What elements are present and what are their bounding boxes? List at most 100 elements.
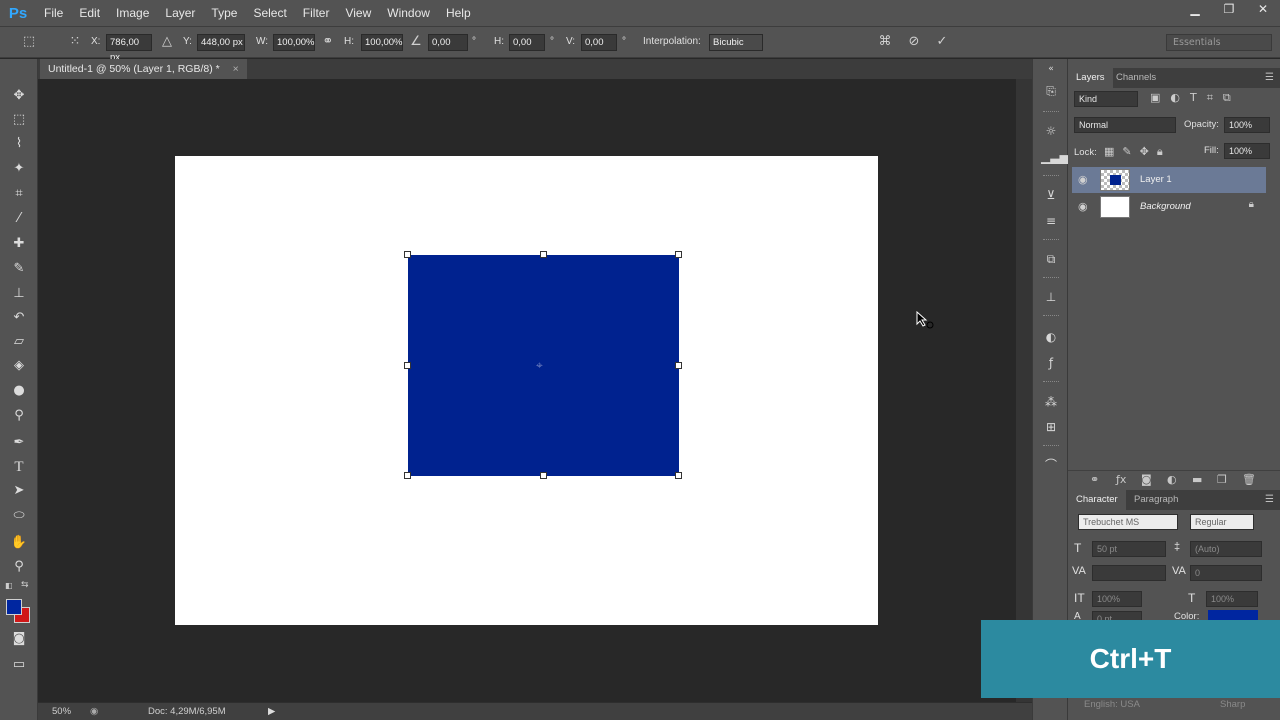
menu-file[interactable]: File	[36, 0, 71, 26]
dock-grip[interactable]	[1043, 239, 1059, 241]
commit-transform-icon[interactable]: ✓	[933, 33, 951, 51]
layer-row-background[interactable]: ◉ Background 🔒︎	[1072, 194, 1266, 220]
character-panel-menu-icon[interactable]: ☰	[1265, 494, 1274, 505]
adjustments-panel-icon[interactable]: ☼	[1041, 121, 1061, 141]
y-position-field[interactable]: 448,00 px	[197, 34, 245, 51]
document-canvas[interactable]: ⌖	[175, 156, 878, 625]
history-panel-icon[interactable]: ⎘	[1041, 81, 1061, 101]
new-group-icon[interactable]: ▬	[1192, 473, 1202, 486]
vskew-field[interactable]: 0,00	[581, 34, 617, 51]
blur-tool-icon[interactable]: ●	[8, 380, 30, 402]
delta-icon[interactable]: △	[158, 33, 176, 51]
layer-filter-icons[interactable]: ▣◐T⌗⧉	[1150, 91, 1241, 105]
zoom-level[interactable]: 50%	[52, 703, 71, 720]
language-select[interactable]: English: USA	[1084, 699, 1140, 710]
layer-filter-kind-select[interactable]: Kind	[1074, 91, 1138, 107]
type-tool-icon[interactable]: T	[8, 456, 30, 478]
histogram-panel-icon[interactable]: ▁▃▅	[1041, 147, 1069, 167]
brush-panel-icon[interactable]: ≡	[1041, 211, 1061, 231]
transform-handle-bottom[interactable]	[540, 472, 547, 479]
default-colors-icon[interactable]: ◧	[5, 581, 13, 590]
document-tab-close-icon[interactable]: ×	[233, 63, 239, 75]
dock-grip[interactable]	[1043, 381, 1059, 383]
transform-handle-top[interactable]	[540, 251, 547, 258]
vertical-scale-field[interactable]: 100%	[1092, 591, 1142, 607]
visibility-eye-icon[interactable]: ◉	[1078, 173, 1088, 186]
crop-tool-icon[interactable]: ⌗	[8, 183, 30, 205]
quick-mask-icon[interactable]: ◙	[8, 628, 30, 650]
lasso-tool-icon[interactable]: ⌇	[8, 133, 30, 155]
warp-mode-icon[interactable]: ⌘	[876, 33, 894, 51]
swap-colors-icon[interactable]: ⇆	[21, 580, 29, 590]
brush-presets-panel-icon[interactable]: ⊻	[1041, 185, 1061, 205]
canvas-area[interactable]: ⌖	[38, 79, 1016, 702]
transform-handle-top-left[interactable]	[404, 251, 411, 258]
transform-handle-bottom-right[interactable]	[675, 472, 682, 479]
zoom-tool-icon[interactable]: ⚲	[8, 556, 30, 578]
tool-presets-panel-icon[interactable]: ⊥	[1041, 287, 1061, 307]
menu-select[interactable]: Select	[245, 0, 294, 26]
ellipse-tool-icon[interactable]: ⬭	[8, 505, 30, 527]
link-layers-icon[interactable]: ⚭	[1090, 473, 1099, 486]
color-panel-icon[interactable]: ◐	[1041, 327, 1061, 347]
path-selection-tool-icon[interactable]: ➤	[8, 480, 30, 502]
transform-handle-right[interactable]	[675, 362, 682, 369]
canvas-vertical-scrollbar[interactable]	[1016, 79, 1032, 702]
eraser-tool-icon[interactable]: ▱	[8, 331, 30, 353]
menu-layer[interactable]: Layer	[157, 0, 203, 26]
layer-1-blue-rectangle[interactable]: ⌖	[404, 251, 682, 479]
paint-bucket-tool-icon[interactable]: ◈	[8, 355, 30, 377]
add-mask-icon[interactable]: ◙	[1141, 473, 1152, 486]
navigator-panel-icon[interactable]: ⊞	[1041, 417, 1061, 437]
new-layer-icon[interactable]: ❐	[1217, 473, 1227, 486]
layer-style-icon[interactable]: ƒx	[1116, 473, 1126, 486]
layer-lock-icon[interactable]: 🔒︎	[1249, 199, 1254, 210]
link-icon[interactable]: ⚭	[319, 33, 337, 51]
restore-button[interactable]: ❐	[1212, 0, 1246, 20]
blend-mode-select[interactable]: Normal	[1074, 117, 1176, 133]
x-position-field[interactable]: 786,00 px	[106, 34, 152, 63]
font-style-select[interactable]: Regular	[1190, 514, 1254, 530]
transform-handle-top-right[interactable]	[675, 251, 682, 258]
fill-field[interactable]: 100%	[1224, 143, 1270, 159]
workspace-select[interactable]: Essentials	[1166, 34, 1272, 51]
magic-wand-tool-icon[interactable]: ✦	[8, 158, 30, 180]
eyedropper-tool-icon[interactable]: ⁄	[8, 208, 30, 230]
menu-edit[interactable]: Edit	[71, 0, 108, 26]
brush-tool-icon[interactable]: ✎	[8, 258, 30, 280]
interpolation-select[interactable]: Bicubic	[709, 34, 763, 51]
menu-view[interactable]: View	[337, 0, 379, 26]
marquee-tool-icon[interactable]: ⬚	[8, 109, 30, 131]
visibility-eye-icon[interactable]: ◉	[1078, 200, 1088, 213]
leading-field[interactable]: (Auto)	[1190, 541, 1262, 557]
width-field[interactable]: 100,00%	[273, 34, 315, 51]
adjustment-layer-icon[interactable]: ◐	[1167, 473, 1177, 486]
move-tool-icon[interactable]: ✥	[8, 85, 30, 107]
tab-character[interactable]: Character	[1068, 490, 1126, 510]
reference-point-icon[interactable]: ⁙	[66, 33, 84, 51]
transform-handle-bottom-left[interactable]	[404, 472, 411, 479]
delete-layer-icon[interactable]: 🗑︎	[1242, 473, 1256, 486]
collapse-dock-icon[interactable]: «	[1041, 59, 1061, 79]
tab-paragraph[interactable]: Paragraph	[1126, 490, 1186, 510]
dock-grip[interactable]	[1043, 175, 1059, 177]
styles-panel-icon[interactable]: ƒ	[1041, 353, 1061, 373]
menu-image[interactable]: Image	[108, 0, 157, 26]
pen-tool-icon[interactable]: ✒	[8, 432, 30, 454]
cancel-transform-icon[interactable]: ⊘	[905, 33, 923, 51]
menu-type[interactable]: Type	[203, 0, 245, 26]
lock-icons[interactable]: ▦✎✥🔒︎	[1104, 145, 1171, 159]
status-menu-arrow-icon[interactable]: ▶	[268, 703, 275, 720]
dock-grip[interactable]	[1043, 445, 1059, 447]
height-field[interactable]: 100,00%	[361, 34, 403, 51]
hand-tool-icon[interactable]: ✋	[8, 532, 30, 554]
transform-tool-icon[interactable]: ⬚	[20, 33, 38, 51]
layer-row-layer-1[interactable]: ◉ Layer 1	[1072, 167, 1266, 193]
text-color-swatch[interactable]	[1208, 610, 1258, 620]
font-size-field[interactable]: 50 pt	[1092, 541, 1166, 557]
history-brush-tool-icon[interactable]: ↶	[8, 307, 30, 329]
rotate-angle-field[interactable]: 0,00	[428, 34, 468, 51]
font-family-select[interactable]: Trebuchet MS	[1078, 514, 1178, 530]
hskew-field[interactable]: 0,00	[509, 34, 545, 51]
layers-panel-menu-icon[interactable]: ☰	[1265, 72, 1274, 83]
